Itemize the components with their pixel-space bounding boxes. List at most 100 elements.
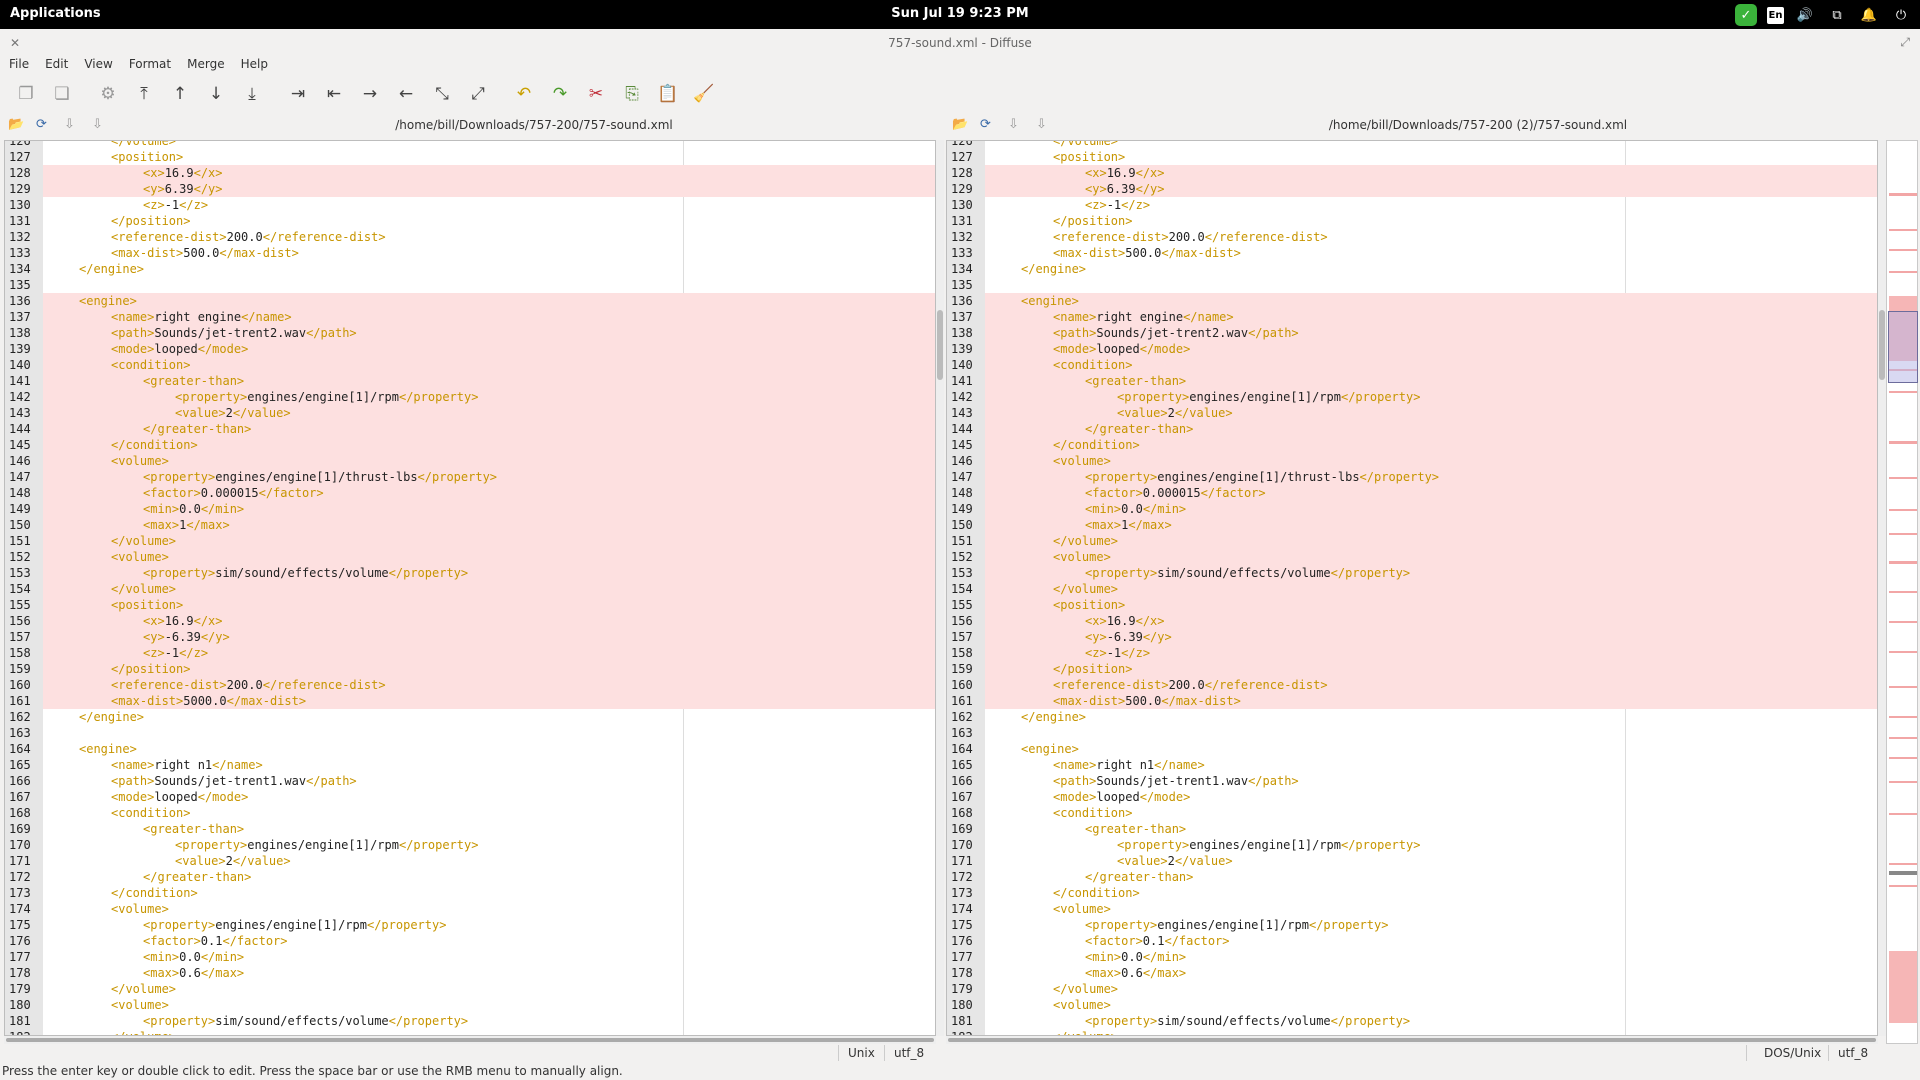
- save-file-icon[interactable]: ⇩: [1008, 117, 1019, 132]
- diff-overview-map[interactable]: [1886, 140, 1918, 1044]
- code-line[interactable]: 165 <name>right n1</name>: [947, 757, 1877, 773]
- code-line[interactable]: 144 </greater-than>: [947, 421, 1877, 437]
- code-line[interactable]: 144 </greater-than>: [5, 421, 935, 437]
- diff-marker[interactable]: [1889, 533, 1917, 535]
- diff-marker[interactable]: [1889, 781, 1917, 783]
- diff-marker[interactable]: [1889, 193, 1917, 196]
- code-line[interactable]: 170 <property>engines/engine[1]/rpm</prop…: [947, 837, 1877, 853]
- code-line[interactable]: 138 <path>Sounds/jet-trent2.wav</path>: [5, 325, 935, 341]
- code-line[interactable]: 140 <condition>: [947, 357, 1877, 373]
- code-line[interactable]: 170 <property>engines/engine[1]/rpm</prop…: [5, 837, 935, 853]
- paste-icon[interactable]: 📋: [650, 80, 686, 108]
- reload-file-icon[interactable]: ⟳: [980, 117, 991, 132]
- diff-marker[interactable]: [1889, 813, 1917, 815]
- code-line[interactable]: 131 </position>: [5, 213, 935, 229]
- code-line[interactable]: 145 </condition>: [5, 437, 935, 453]
- merge-from-right-icon[interactable]: ⤡: [424, 80, 460, 108]
- code-line[interactable]: 174 <volume>: [5, 901, 935, 917]
- code-line[interactable]: 174 <volume>: [947, 901, 1877, 917]
- code-line[interactable]: 131 </position>: [947, 213, 1877, 229]
- diff-marker[interactable]: [1889, 509, 1917, 511]
- reload-file-icon[interactable]: ⟳: [36, 117, 47, 132]
- network-icon[interactable]: ⧉: [1826, 4, 1848, 26]
- shift-right-icon[interactable]: →: [352, 80, 388, 108]
- code-line[interactable]: 133 <max-dist>500.0</max-dist>: [947, 245, 1877, 261]
- code-line[interactable]: 155 <position>: [947, 597, 1877, 613]
- code-line[interactable]: 135: [947, 277, 1877, 293]
- code-line[interactable]: 136 <engine>: [947, 293, 1877, 309]
- code-line[interactable]: 136 <engine>: [5, 293, 935, 309]
- right-horizontal-scrollbar[interactable]: [946, 1036, 1878, 1044]
- code-line[interactable]: 164 <engine>: [5, 741, 935, 757]
- code-line[interactable]: 151 </volume>: [947, 533, 1877, 549]
- diff-marker[interactable]: [1889, 737, 1917, 739]
- diff-marker[interactable]: [1889, 651, 1917, 653]
- code-line[interactable]: 181 <property>sim/sound/effects/volume</p…: [947, 1013, 1877, 1029]
- code-line[interactable]: 126 </volume>: [947, 141, 1877, 149]
- code-line[interactable]: 177 <min>0.0</min>: [947, 949, 1877, 965]
- code-line[interactable]: 172 </greater-than>: [947, 869, 1877, 885]
- code-line[interactable]: 141 <greater-than>: [5, 373, 935, 389]
- menu-format[interactable]: Format: [129, 57, 171, 75]
- code-line[interactable]: 164 <engine>: [947, 741, 1877, 757]
- code-line[interactable]: 127 <position>: [947, 149, 1877, 165]
- shift-left-icon[interactable]: ←: [388, 80, 424, 108]
- keyboard-layout-indicator[interactable]: En: [1767, 6, 1784, 24]
- code-line[interactable]: 149 <min>0.0</min>: [5, 501, 935, 517]
- code-line[interactable]: 128 <x>16.9</x>: [947, 165, 1877, 181]
- code-line[interactable]: 175 <property>engines/engine[1]/rpm</prop…: [5, 917, 935, 933]
- code-line[interactable]: 126 </volume>: [5, 141, 935, 149]
- menu-edit[interactable]: Edit: [45, 57, 68, 75]
- code-line[interactable]: 179 </volume>: [5, 981, 935, 997]
- go-to-start-icon[interactable]: ⇤: [316, 80, 352, 108]
- code-line[interactable]: 178 <max>0.6</max>: [5, 965, 935, 981]
- code-line[interactable]: 167 <mode>looped</mode>: [5, 789, 935, 805]
- next-difference-icon[interactable]: ↓: [198, 80, 234, 108]
- diff-marker[interactable]: [1889, 757, 1917, 759]
- code-line[interactable]: 156 <x>16.9</x>: [947, 613, 1877, 629]
- code-line[interactable]: 143 <value>2</value>: [5, 405, 935, 421]
- clear-edits-icon[interactable]: 🧹: [686, 80, 722, 108]
- code-line[interactable]: 148 <factor>0.000015</factor>: [947, 485, 1877, 501]
- code-line[interactable]: 159 </position>: [947, 661, 1877, 677]
- diff-marker[interactable]: [1889, 621, 1917, 623]
- code-line[interactable]: 162 </engine>: [5, 709, 935, 725]
- code-line[interactable]: 153 <property>sim/sound/effects/volume</p…: [5, 565, 935, 581]
- code-line[interactable]: 154 </volume>: [947, 581, 1877, 597]
- code-line[interactable]: 130 <z>-1</z>: [947, 197, 1877, 213]
- code-line[interactable]: 179 </volume>: [947, 981, 1877, 997]
- code-line[interactable]: 127 <position>: [5, 149, 935, 165]
- code-line[interactable]: 178 <max>0.6</max>: [947, 965, 1877, 981]
- code-line[interactable]: 168 <condition>: [5, 805, 935, 821]
- code-line[interactable]: 142 <property>engines/engine[1]/rpm</prop…: [5, 389, 935, 405]
- code-line[interactable]: 156 <x>16.9</x>: [5, 613, 935, 629]
- code-line[interactable]: 171 <value>2</value>: [5, 853, 935, 869]
- code-line[interactable]: 154 </volume>: [5, 581, 935, 597]
- code-line[interactable]: 139 <mode>looped</mode>: [947, 341, 1877, 357]
- code-line[interactable]: 172 </greater-than>: [5, 869, 935, 885]
- code-line[interactable]: 150 <max>1</max>: [5, 517, 935, 533]
- merge-from-left-icon[interactable]: ⤢: [460, 80, 496, 108]
- code-line[interactable]: 148 <factor>0.000015</factor>: [5, 485, 935, 501]
- diff-marker[interactable]: [1889, 863, 1917, 865]
- volume-icon[interactable]: 🔊: [1794, 4, 1816, 26]
- code-line[interactable]: 128 <x>16.9</x>: [5, 165, 935, 181]
- first-difference-icon[interactable]: ⤒: [126, 80, 162, 108]
- code-line[interactable]: 173 </condition>: [5, 885, 935, 901]
- code-line[interactable]: 168 <condition>: [947, 805, 1877, 821]
- code-line[interactable]: 130 <z>-1</z>: [5, 197, 935, 213]
- code-line[interactable]: 163: [5, 725, 935, 741]
- code-line[interactable]: 139 <mode>looped</mode>: [5, 341, 935, 357]
- code-line[interactable]: 141 <greater-than>: [947, 373, 1877, 389]
- code-line[interactable]: 133 <max-dist>500.0</max-dist>: [5, 245, 935, 261]
- go-to-end-icon[interactable]: ⇥: [280, 80, 316, 108]
- code-line[interactable]: 162 </engine>: [947, 709, 1877, 725]
- open-file-icon[interactable]: 📂: [8, 117, 24, 132]
- code-line[interactable]: 151 </volume>: [5, 533, 935, 549]
- code-line[interactable]: 158 <z>-1</z>: [5, 645, 935, 661]
- notification-bell-icon[interactable]: 🔔: [1858, 4, 1880, 26]
- code-line[interactable]: 161 <max-dist>5000.0</max-dist>: [5, 693, 935, 709]
- new-2way-merge-icon[interactable]: ❐: [8, 80, 44, 108]
- code-line[interactable]: 137 <name>right engine</name>: [5, 309, 935, 325]
- diff-marker[interactable]: [1889, 716, 1917, 718]
